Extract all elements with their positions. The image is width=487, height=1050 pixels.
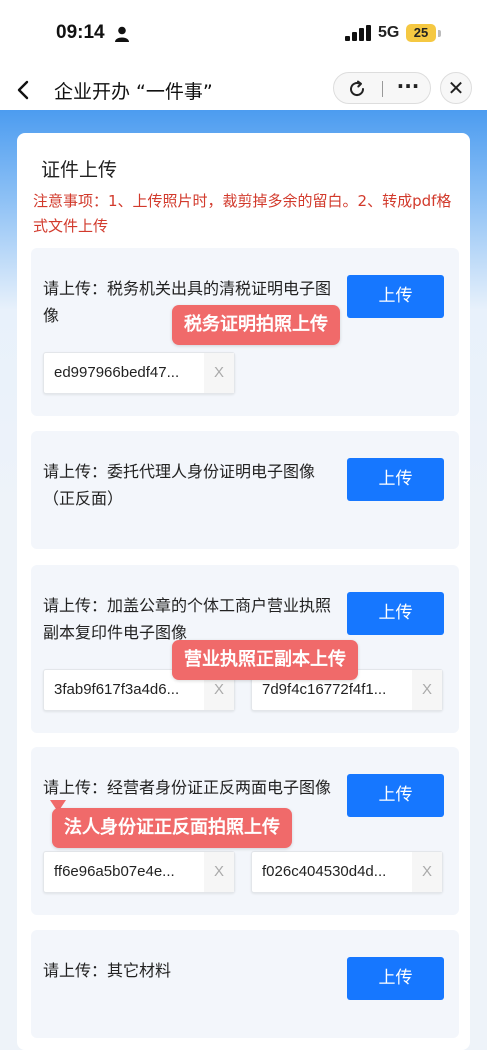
status-bar: 09:14 5G 25 — [0, 0, 487, 70]
nav-bar: 企业开办 “一件事” ··· ✕ — [0, 70, 487, 110]
close-icon[interactable]: ✕ — [440, 72, 472, 104]
file-name: ff6e96a5b07e4e... — [54, 863, 175, 880]
battery-icon: 25 — [406, 24, 436, 42]
file-name: 3fab9f617f3a4d6... — [54, 681, 180, 698]
notice-text: 注意事项：1、上传照片时，裁剪掉多余的留白。2、转成pdf格式文件上传 — [33, 192, 452, 235]
remove-file-icon[interactable]: X — [412, 670, 442, 710]
upload-button[interactable]: 上传 — [347, 458, 444, 501]
annotation-tax-certificate: 税务证明拍照上传 — [172, 305, 340, 345]
page-title: 企业开办 “一件事” — [54, 81, 213, 103]
card-title: 证件上传 — [41, 159, 118, 181]
upload-item-label: 请上传：加盖公章的个体工商户营业执照副本复印件电子图像 — [43, 596, 332, 642]
network-type: 5G — [378, 24, 400, 41]
annotation-business-license: 营业执照正副本上传 — [172, 640, 358, 680]
upload-card: 证件上传 注意事项：1、上传照片时，裁剪掉多余的留白。2、转成pdf格式文件上传… — [17, 133, 470, 1050]
status-time: 09:14 — [56, 22, 105, 43]
back-icon[interactable] — [14, 78, 34, 102]
refresh-icon[interactable] — [347, 79, 367, 99]
upload-item-label: 请上传：委托代理人身份证明电子图像（正反面） — [43, 462, 316, 508]
file-chip[interactable]: f026c404530d4d... X — [251, 851, 443, 893]
upload-item-other-materials: 请上传：其它材料 上传 — [31, 930, 459, 1038]
signal-icon — [345, 25, 371, 41]
file-name: ed997966bedf47... — [54, 364, 180, 381]
upload-item-label: 请上传：经营者身份证正反两面电子图像 — [43, 778, 332, 797]
more-icon[interactable]: ··· — [394, 75, 422, 101]
upload-button[interactable]: 上传 — [347, 774, 444, 817]
remove-file-icon[interactable]: X — [412, 852, 442, 892]
upload-button[interactable]: 上传 — [347, 957, 444, 1000]
upload-item-agent-id: 请上传：委托代理人身份证明电子图像（正反面） 上传 — [31, 431, 459, 549]
file-chip[interactable]: ed997966bedf47... X — [43, 352, 235, 394]
person-icon — [115, 26, 129, 42]
mini-program-capsule: ··· — [333, 72, 431, 104]
capsule-divider — [382, 81, 383, 97]
annotation-legal-person-id: 法人身份证正反面拍照上传 — [52, 808, 292, 848]
upload-item-label: 请上传：其它材料 — [43, 961, 172, 980]
remove-file-icon[interactable]: X — [204, 852, 234, 892]
file-name: f026c404530d4d... — [262, 863, 387, 880]
file-chip[interactable]: ff6e96a5b07e4e... X — [43, 851, 235, 893]
remove-file-icon[interactable]: X — [204, 353, 234, 393]
upload-button[interactable]: 上传 — [347, 592, 444, 635]
upload-button[interactable]: 上传 — [347, 275, 444, 318]
battery-tip — [438, 30, 441, 37]
